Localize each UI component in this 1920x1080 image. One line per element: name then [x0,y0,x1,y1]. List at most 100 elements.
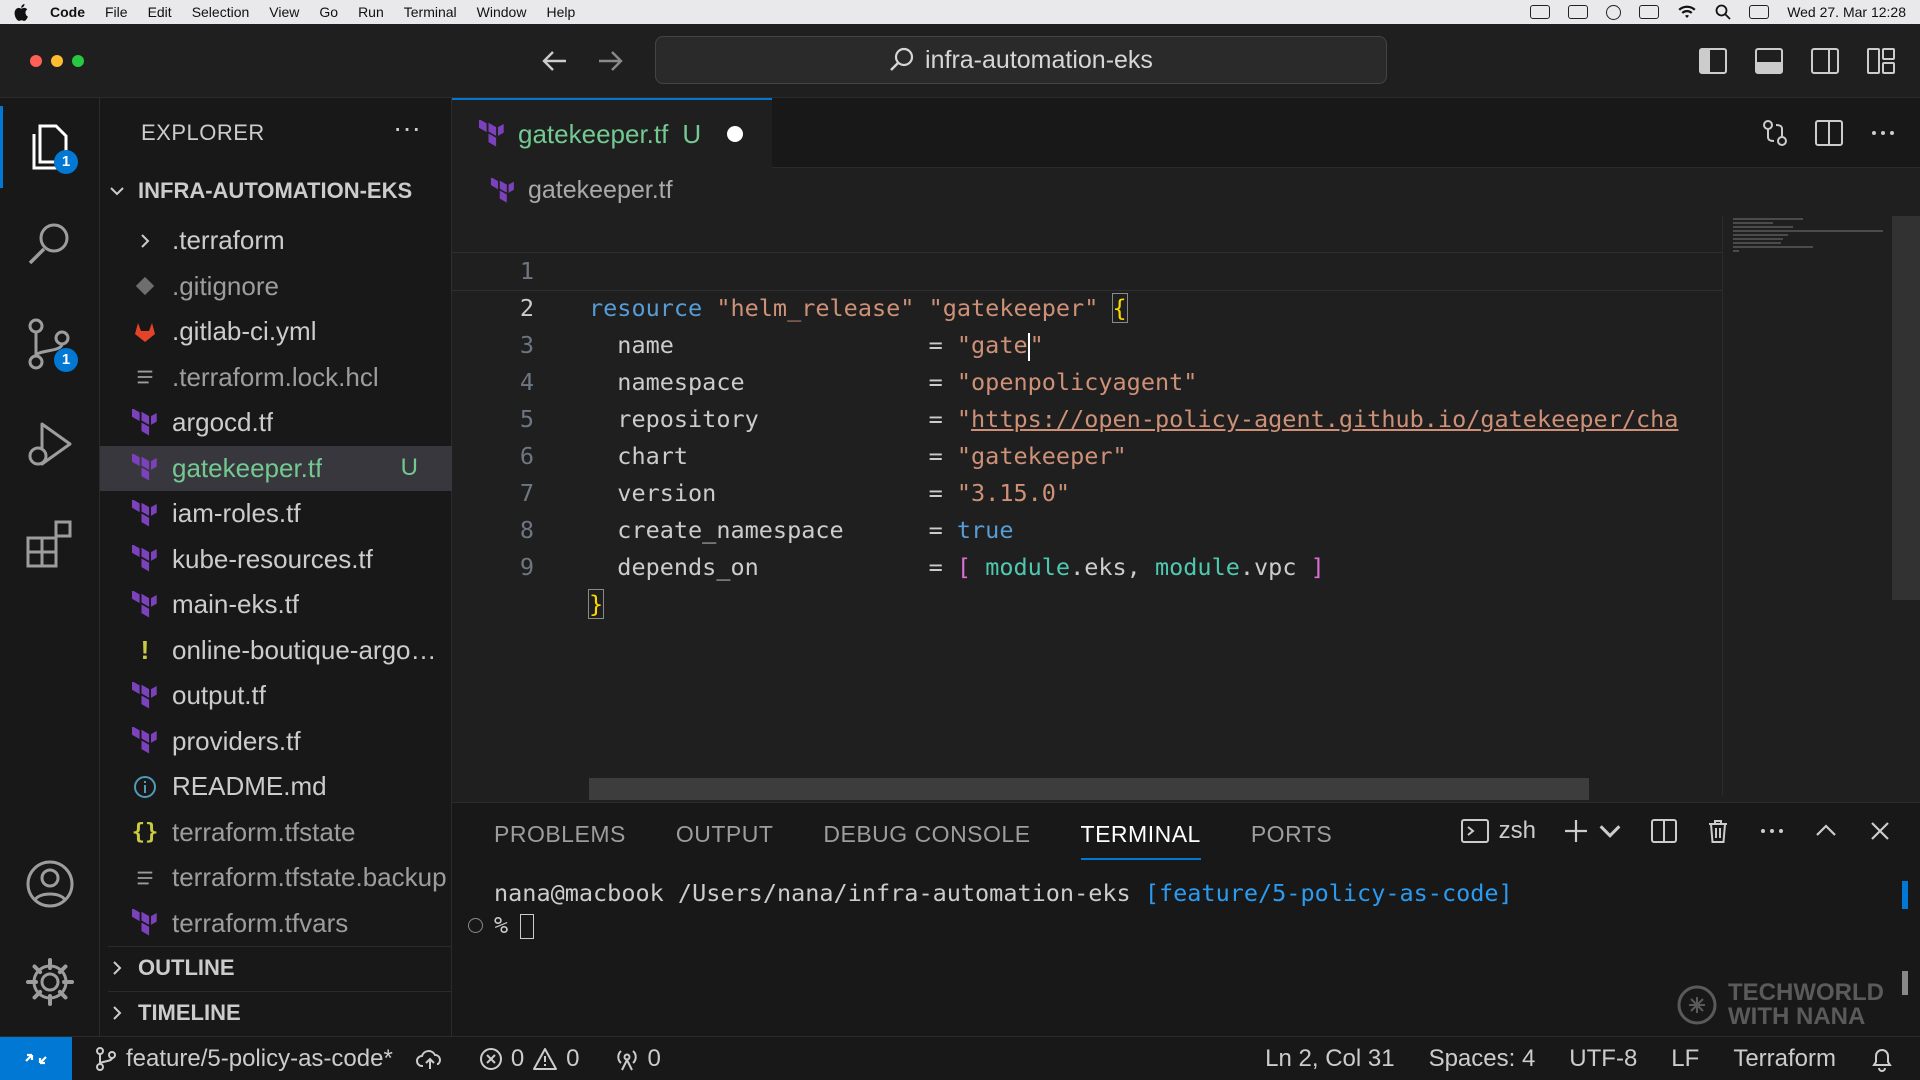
file-item[interactable]: kube-resources.tf [100,537,452,583]
line-endings[interactable]: LF [1671,1045,1699,1073]
battery-icon[interactable] [1639,5,1660,19]
menu-help[interactable]: Help [546,4,575,20]
file-item[interactable]: providers.tf [100,719,452,765]
customize-layout-icon[interactable] [1866,46,1896,76]
code-editor[interactable]: 1 resource "helm_release" "gatekeeper" {… [451,216,1723,619]
problems-status[interactable]: 0 0 [479,1045,580,1073]
code-line[interactable]: 1 resource "helm_release" "gatekeeper" { [452,216,1722,323]
run-debug-activity[interactable] [20,414,80,474]
forward-arrow-icon[interactable] [595,46,625,76]
vertical-scrollbar[interactable] [1892,216,1920,600]
tab-problems[interactable]: PROBLEMS [494,821,626,860]
menu-run[interactable]: Run [358,4,384,20]
file-item[interactable]: .gitlab-ci.yml [100,309,452,355]
menu-view[interactable]: View [269,4,299,20]
chevron-down-icon[interactable] [1596,817,1624,845]
apple-icon[interactable] [14,3,30,21]
terminal-input-line[interactable]: % [468,909,1513,941]
menu-terminal[interactable]: Terminal [404,4,457,20]
search-activity[interactable] [20,214,80,274]
outline-section[interactable]: OUTLINE [108,946,452,988]
tab-debug-console[interactable]: DEBUG CONSOLE [823,821,1030,860]
timeline-section[interactable]: TIMELINE [108,991,452,1033]
close-window-button[interactable] [30,55,42,67]
back-arrow-icon[interactable] [540,46,570,76]
code-line[interactable]: 9 } [452,512,1722,619]
tab-ports[interactable]: PORTS [1251,821,1332,860]
language-mode[interactable]: Terraform [1733,1045,1836,1073]
code-line[interactable]: 4 repository = "https://open-policy-agen… [452,327,1722,433]
screen-record-icon[interactable] [1530,5,1551,19]
file-item[interactable]: terraform.tfvars [100,901,452,947]
toggle-secondary-sidebar-icon[interactable] [1810,46,1840,76]
code-line[interactable]: 6 version = "3.15.0" [452,401,1722,507]
file-item[interactable]: terraform.tfstate.backup [100,855,452,901]
horizontal-scrollbar[interactable] [589,778,1589,800]
input-source-icon[interactable] [1568,5,1589,19]
file-item[interactable]: {} terraform.tfstate [100,810,452,856]
file-item[interactable]: output.tf [100,673,452,719]
breadcrumb[interactable]: gatekeeper.tf [490,176,673,205]
file-item[interactable]: .terraform [100,218,452,264]
encoding[interactable]: UTF-8 [1569,1045,1637,1073]
file-item[interactable]: gatekeeper.tf U [100,445,452,491]
code-line[interactable]: 5 chart = "gatekeeper" [452,364,1722,470]
menu-app[interactable]: Code [50,4,85,20]
menu-go[interactable]: Go [319,4,338,20]
menu-window[interactable]: Window [477,4,527,20]
tab-terminal[interactable]: TERMINAL [1080,821,1201,860]
explorer-activity[interactable]: 1 [20,116,80,176]
minimap[interactable] [1722,216,1900,796]
file-item[interactable]: iam-roles.tf [100,491,452,537]
file-item[interactable]: .terraform.lock.hcl [100,355,452,401]
spotlight-icon[interactable] [1715,4,1731,20]
file-item[interactable]: .gitignore [100,264,452,310]
manage-activity[interactable] [20,952,80,1012]
unsaved-dot-icon[interactable] [727,126,744,142]
more-actions-icon[interactable] [1868,118,1898,148]
cursor-position[interactable]: Ln 2, Col 31 [1265,1045,1394,1073]
menu-file[interactable]: File [105,4,128,20]
wifi-icon[interactable] [1677,4,1697,20]
file-item[interactable]: argocd.tf [100,400,452,446]
split-editor-icon[interactable] [1814,118,1844,148]
open-changes-icon[interactable] [1760,118,1790,148]
split-terminal-icon[interactable] [1650,817,1678,845]
play-icon[interactable] [1606,4,1622,20]
file-item[interactable]: README.md [100,764,452,810]
trash-icon[interactable] [1704,817,1732,845]
command-center-search[interactable]: infra-automation-eks [655,36,1387,84]
workspace-root[interactable]: INFRA-AUTOMATION-EKS [108,173,412,209]
command-decoration-icon[interactable] [468,918,483,933]
bell-icon[interactable] [1870,1046,1894,1072]
code-line[interactable]: 8 depends_on = [ module.eks, module.vpc … [452,475,1722,581]
zoom-window-button[interactable] [72,55,84,67]
terminal-output[interactable]: nana@macbook /Users/nana/infra-automatio… [468,877,1513,941]
extensions-activity[interactable] [20,514,80,574]
maximize-panel-icon[interactable] [1812,817,1840,845]
code-line[interactable]: 3 namespace = "openpolicyagent" [452,290,1722,396]
terminal-shell-selector[interactable]: zsh [1460,817,1536,845]
ports-status[interactable]: 0 [614,1045,661,1073]
more-actions-icon[interactable] [1758,817,1786,845]
accounts-activity[interactable] [20,854,80,914]
menubar-clock[interactable]: Wed 27. Mar 12:28 [1787,4,1906,20]
terminal-scrollbar[interactable] [1902,971,1908,995]
code-line-current[interactable]: 2 name = "gate" [451,252,1723,361]
source-control-activity[interactable]: 1 [20,314,80,374]
file-item[interactable]: ! online-boutique-argocd-application.yaml [100,628,452,674]
close-icon[interactable] [1866,817,1894,845]
toggle-panel-icon[interactable] [1754,46,1784,76]
tab-output[interactable]: OUTPUT [676,821,774,860]
more-actions-icon[interactable]: ··· [393,112,421,144]
new-terminal-button[interactable] [1562,817,1624,845]
indentation[interactable]: Spaces: 4 [1429,1045,1536,1073]
git-branch-status[interactable]: feature/5-policy-as-code* [94,1045,393,1073]
toggle-primary-sidebar-icon[interactable] [1698,46,1728,76]
tab-gatekeeper[interactable]: gatekeeper.tf U [452,98,772,168]
minimize-window-button[interactable] [51,55,63,67]
menu-edit[interactable]: Edit [148,4,172,20]
control-center-icon[interactable] [1749,5,1770,19]
sync-status[interactable] [415,1047,445,1071]
menu-selection[interactable]: Selection [192,4,250,20]
